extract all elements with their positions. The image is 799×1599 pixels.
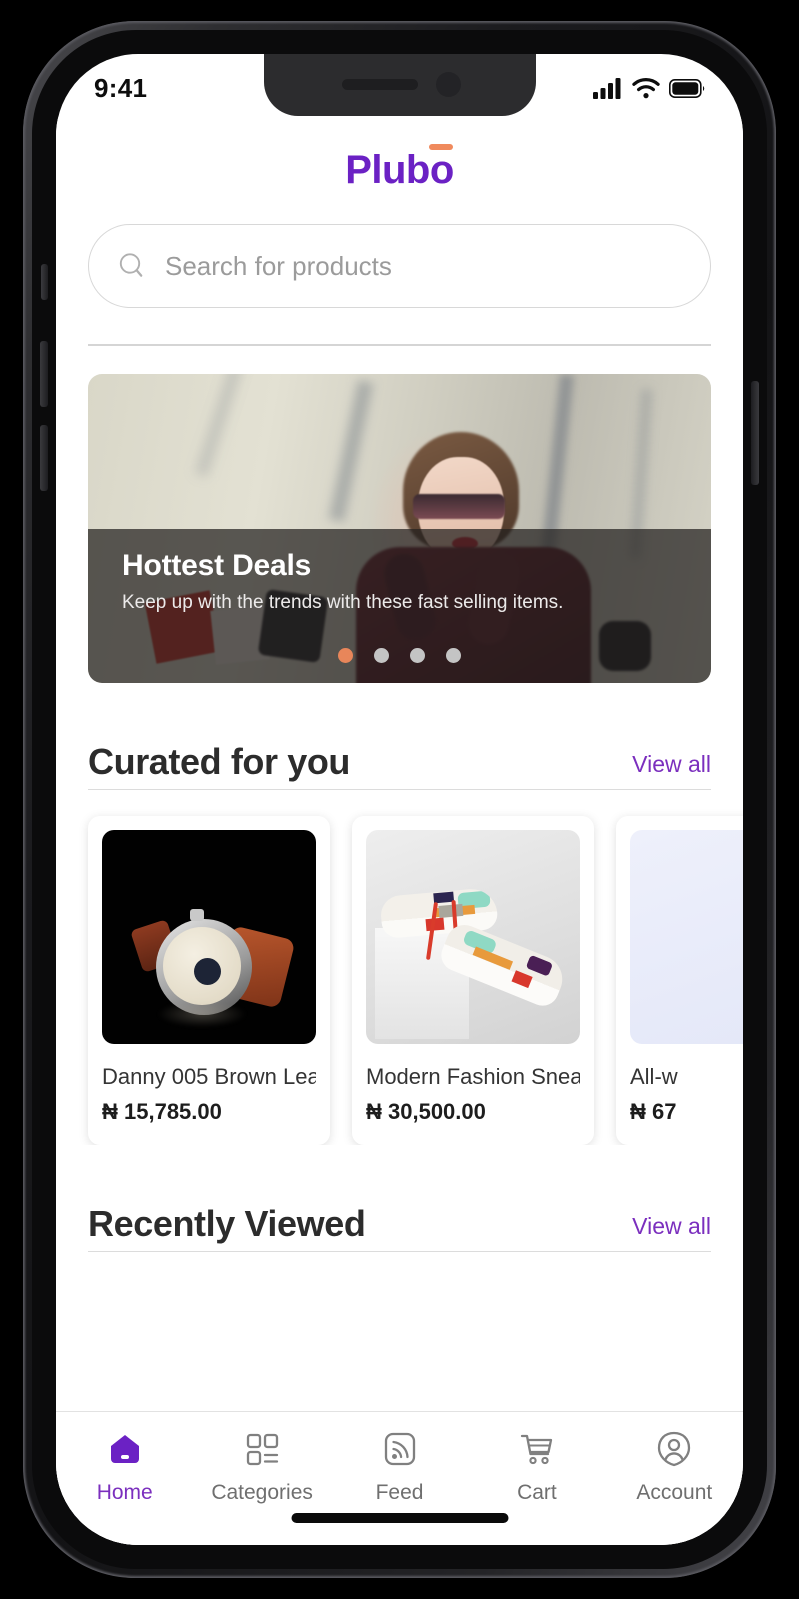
section-curated: Curated for you View all xyxy=(56,683,743,790)
nav-item-feed[interactable]: Feed xyxy=(331,1428,468,1505)
product-price: ₦ 67 xyxy=(630,1098,677,1124)
product-name: All-w xyxy=(630,1063,678,1089)
section-title-curated: Curated for you xyxy=(88,740,351,782)
product-price: ₦ 15,785.00 xyxy=(102,1098,222,1124)
nav-item-account[interactable]: Account xyxy=(606,1428,743,1505)
section-header-recently-viewed: Recently Viewed View all xyxy=(88,1145,711,1252)
search-icon xyxy=(119,253,143,277)
app-logo: Plubo xyxy=(345,143,454,193)
carousel-dot-4[interactable] xyxy=(446,647,461,663)
product-carousel-curated[interactable]: Danny 005 Brown Lea… ₦ 15,785.00 xyxy=(56,790,743,1145)
product-image xyxy=(630,829,743,1044)
logo-accent-bar-icon xyxy=(428,143,453,150)
nav-label-home: Home xyxy=(96,1481,153,1504)
section-recently-viewed: Recently Viewed View all xyxy=(56,1145,743,1252)
cellular-signal-icon xyxy=(593,78,621,99)
nav-item-cart[interactable]: Cart xyxy=(468,1428,605,1505)
product-name: Modern Fashion Sneak… xyxy=(366,1063,580,1089)
promo-banner-subtitle: Keep up with the trends with these fast … xyxy=(122,591,564,613)
battery-icon xyxy=(669,78,705,98)
bottom-navigation-bar: Home Categories Feed Cart Account xyxy=(56,1411,743,1545)
grid-icon xyxy=(246,1433,279,1466)
app-logo-text: Plubo xyxy=(345,147,454,192)
volume-down-button[interactable] xyxy=(40,425,48,491)
silent-switch-button[interactable] xyxy=(41,264,48,300)
nav-label-feed: Feed xyxy=(375,1481,424,1504)
search-row: Search for products xyxy=(56,224,743,308)
carousel-dot-1[interactable] xyxy=(338,647,353,663)
nav-label-account: Account xyxy=(636,1481,713,1504)
product-price: ₦ 30,500.00 xyxy=(366,1098,486,1124)
nav-item-home[interactable]: Home xyxy=(56,1428,193,1505)
section-title-recently-viewed: Recently Viewed xyxy=(88,1202,366,1244)
volume-up-button[interactable] xyxy=(40,341,48,407)
nav-label-cart: Cart xyxy=(517,1481,557,1504)
carousel-dots xyxy=(88,647,711,663)
phone-screen: 9:41 Plubo Search for products Hottest D… xyxy=(56,54,743,1545)
phone-frame: 9:41 Plubo Search for products Hottest D… xyxy=(23,21,776,1578)
product-image-watch xyxy=(102,829,316,1044)
promo-banner[interactable]: Hottest Deals Keep up with the trends wi… xyxy=(88,373,711,683)
nav-item-categories[interactable]: Categories xyxy=(193,1428,330,1505)
product-card[interactable]: Modern Fashion Sneak… ₦ 30,500.00 xyxy=(352,815,594,1145)
front-camera xyxy=(435,72,461,97)
promo-banner-wrap: Hottest Deals Keep up with the trends wi… xyxy=(56,346,743,683)
user-account-icon xyxy=(658,1431,691,1467)
app-content: Plubo Search for products Hottest Deals … xyxy=(56,116,743,1545)
product-image-sneakers xyxy=(366,829,580,1044)
promo-banner-title: Hottest Deals xyxy=(122,548,312,582)
device-notch xyxy=(263,54,536,116)
status-icons xyxy=(593,71,705,99)
wifi-icon xyxy=(632,77,660,98)
carousel-dot-2[interactable] xyxy=(374,647,389,663)
status-time: 9:41 xyxy=(94,72,148,103)
app-header: Plubo xyxy=(56,116,743,224)
nav-label-categories: Categories xyxy=(211,1481,313,1504)
power-button[interactable] xyxy=(751,381,759,485)
view-all-recently-viewed-link[interactable]: View all xyxy=(632,1213,711,1245)
product-card[interactable]: All-w ₦ 67 xyxy=(616,815,743,1145)
rss-feed-icon xyxy=(384,1432,415,1466)
home-indicator[interactable] xyxy=(291,1513,508,1523)
search-placeholder: Search for products xyxy=(165,250,392,281)
view-all-curated-link[interactable]: View all xyxy=(632,751,711,783)
screenshot-stage: 9:41 Plubo Search for products Hottest D… xyxy=(0,0,799,1599)
carousel-dot-3[interactable] xyxy=(410,647,425,663)
product-card[interactable]: Danny 005 Brown Lea… ₦ 15,785.00 xyxy=(88,815,330,1145)
search-input[interactable]: Search for products xyxy=(88,224,711,308)
shopping-cart-icon xyxy=(520,1434,553,1465)
home-icon xyxy=(110,1435,139,1463)
section-header-curated: Curated for you View all xyxy=(88,683,711,790)
product-name: Danny 005 Brown Lea… xyxy=(102,1063,316,1089)
earpiece-speaker xyxy=(341,79,418,90)
